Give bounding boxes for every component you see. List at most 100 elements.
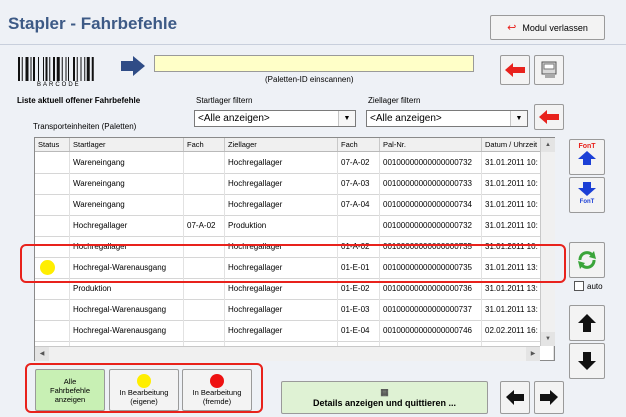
start-filter-select[interactable]: <Alle anzeigen> ▼ [194,110,356,127]
start-filter-label: Startlager filtern [196,96,253,105]
cell-startlager: Hochregallager [70,215,184,236]
arrow-down-blue-icon [578,182,596,196]
show-all-button[interactable]: Alle Fahrbefehle anzeigen [35,369,105,411]
page-title: Stapler - Fahrbefehle [8,14,178,33]
cell-palnr: 00100000000000000732 [380,215,482,236]
target-filter-select[interactable]: <Alle anzeigen> ▼ [366,110,528,127]
pallet-id-input[interactable] [154,55,474,72]
table-row[interactable]: Wareneingang Hochregallager 07-A-02 0010000… [35,152,554,174]
exit-module-button[interactable]: ↩ Modul verlassen [490,15,605,40]
cell-fach1 [184,173,225,194]
red-arrow-left-icon [539,110,559,124]
scroll-down-icon[interactable]: ▼ [541,332,555,346]
arrow-up-black-icon [578,314,596,332]
arrow-right-black-icon [540,390,558,405]
cell-startlager: Wareneingang [70,194,184,215]
cell-fach1 [184,194,225,215]
pallet-id-caption: (Paletten-ID einscannen) [265,75,354,84]
cell-startlager: Wareneingang [70,173,184,194]
scanner-icon [541,61,557,78]
start-filter-value: <Alle anzeigen> [198,113,270,124]
col-palnr[interactable]: Pal-Nr. [380,138,482,151]
cell-palnr: 00100000000000000732 [380,152,482,173]
clear-scan-button[interactable] [500,55,530,85]
col-startlager[interactable]: Startlager [70,138,184,151]
header-divider [0,44,626,45]
cell-fach2: 01-E-04 [338,320,380,341]
table-row[interactable]: Wareneingang Hochregallager 07-A-03 0010000… [35,173,554,195]
scan-arrow-icon [121,56,145,76]
cell-palnr: 00100000000000000734 [380,194,482,215]
cell-fach1: 07-A-02 [184,215,225,236]
cell-fach1 [184,299,225,320]
scroll-down-button[interactable] [569,343,605,379]
reset-filter-button[interactable] [534,104,564,130]
cell-ziellager: Hochregallager [225,299,338,320]
font-larger-button[interactable]: FonT [569,139,605,175]
own-label-1: In Bearbeitung [119,388,169,397]
cell-status [35,299,70,320]
auto-label: auto [587,281,603,291]
col-fach-start[interactable]: Fach [184,138,225,151]
cell-fach1 [184,152,225,173]
cell-ziellager: Hochregallager [225,194,338,215]
cell-ziellager: Hochregallager [225,152,338,173]
auto-refresh-toggle[interactable]: auto [574,281,603,291]
cell-startlager: Hochregal-Warenausgang [70,320,184,341]
cell-ziellager: Hochregallager [225,173,338,194]
exit-module-label: Modul verlassen [522,22,588,33]
cell-status [35,152,70,173]
in-progress-other-button[interactable]: In Bearbeitung (fremde) [182,369,252,411]
other-label-1: In Bearbeitung [192,388,242,397]
highlight-marker-row [20,244,566,283]
cell-fach2 [338,215,380,236]
yellow-status-icon [137,374,151,388]
details-icon: ▦ [380,387,389,397]
cell-fach2: 07-A-04 [338,194,380,215]
font-down-label: FonT [579,199,595,205]
scroll-left-icon[interactable]: ◀ [35,347,49,361]
table-vertical-scrollbar[interactable]: ▲ ▼ [540,138,555,346]
previous-button[interactable] [500,381,530,414]
chevron-down-icon[interactable]: ▼ [510,111,527,126]
arrow-left-black-icon [506,390,524,405]
font-up-label: FonT [578,143,596,150]
table-row[interactable]: Hochregal-Warenausgang Hochregallager 01-E… [35,320,554,342]
show-all-label-1: Alle [63,376,77,386]
col-ziellager[interactable]: Ziellager [225,138,338,151]
transport-units-label: Transporteinheiten (Paletten) [33,122,137,131]
cell-fach2: 07-A-03 [338,173,380,194]
cell-startlager: Hochregal-Warenausgang [70,299,184,320]
scroll-up-button[interactable] [569,305,605,341]
arrow-up-blue-icon [578,151,596,165]
scroll-up-icon[interactable]: ▲ [541,138,555,152]
cell-palnr: 00100000000000000746 [380,320,482,341]
cell-fach2: 01-E-03 [338,299,380,320]
col-status[interactable]: Status [35,138,70,151]
col-fach-ziel[interactable]: Fach [338,138,380,151]
barcode-label: BARCODE [37,82,81,88]
scroll-right-icon[interactable]: ▶ [526,347,540,361]
table-row[interactable]: Wareneingang Hochregallager 07-A-04 0010000… [35,194,554,216]
details-acknowledge-button[interactable]: ▦ Details anzeigen und quittieren ... [281,381,488,414]
next-button[interactable] [534,381,564,414]
chevron-down-icon[interactable]: ▼ [338,111,355,126]
list-title: Liste aktuell offener Fahrbefehle [17,96,141,105]
red-status-icon [210,374,224,388]
scanner-button[interactable] [534,55,564,85]
details-label: Details anzeigen und quittieren ... [312,398,457,408]
red-arrow-left-icon [505,63,525,77]
table-horizontal-scrollbar[interactable]: ◀ ▶ [35,346,540,361]
font-smaller-button[interactable]: FonT [569,177,605,213]
arrow-down-black-icon [578,352,596,370]
cell-fach1 [184,320,225,341]
cell-status [35,215,70,236]
table-row[interactable]: Hochregallager 07-A-02 Produktion 001000000… [35,215,554,237]
table-row[interactable]: Hochregal-Warenausgang Hochregallager 01-E… [35,299,554,321]
cell-ziellager: Produktion [225,215,338,236]
cell-status [35,173,70,194]
auto-checkbox[interactable] [574,281,584,291]
in-progress-own-button[interactable]: In Bearbeitung (eigene) [109,369,179,411]
refresh-button[interactable] [569,242,605,278]
cell-status [35,320,70,341]
